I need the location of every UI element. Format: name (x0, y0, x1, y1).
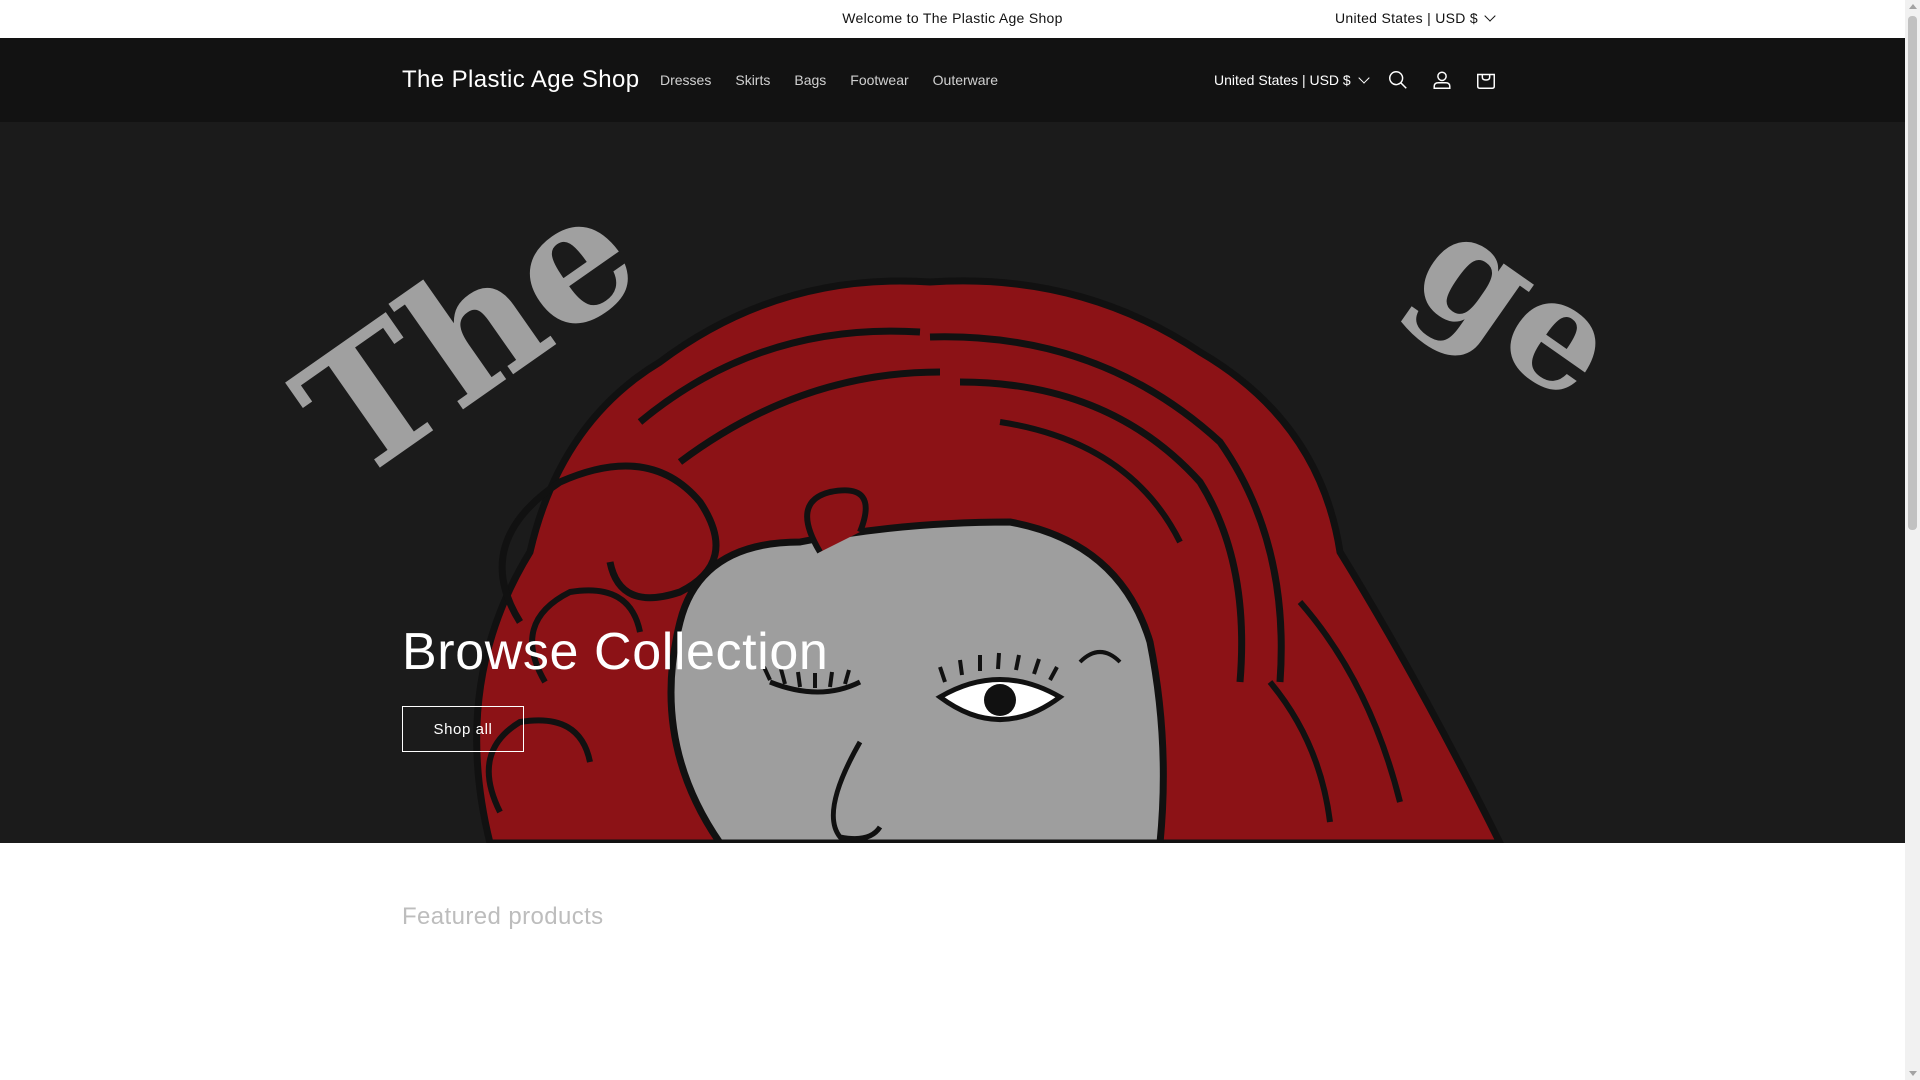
cart-icon (1477, 73, 1495, 89)
announcement-locale-selector[interactable]: United States | USD $ (1335, 10, 1496, 26)
header-locale-selector[interactable]: United States | USD $ (1214, 72, 1370, 88)
account-icon (1433, 71, 1451, 89)
page-scrollbar[interactable] (1905, 0, 1920, 1080)
scroll-thumb[interactable] (1908, 16, 1917, 530)
shop-all-button[interactable]: Shop all (402, 706, 524, 752)
header-icons (1380, 62, 1504, 98)
featured-section: Featured products (0, 843, 1905, 1080)
nav-item-footwear[interactable]: Footwear (838, 72, 920, 88)
nav-item-dresses[interactable]: Dresses (648, 72, 723, 88)
chevron-down-icon (1484, 10, 1496, 22)
announcement-bar: Welcome to The Plastic Age Shop United S… (0, 0, 1905, 38)
nav-item-bags[interactable]: Bags (782, 72, 838, 88)
site-logo[interactable]: The Plastic Age Shop (402, 66, 639, 94)
featured-title: Featured products (402, 903, 604, 930)
nav-item-outerware[interactable]: Outerware (921, 72, 1010, 88)
chevron-down-icon (1358, 72, 1370, 84)
header-locale-label: United States | USD $ (1214, 72, 1351, 88)
search-icon (1389, 71, 1407, 89)
page: Welcome to The Plastic Age Shop United S… (0, 0, 1905, 1080)
announcement-locale-label: United States | USD $ (1335, 10, 1478, 26)
hero-banner: The ge Browse Collection Shop all (0, 122, 1905, 843)
nav-item-skirts[interactable]: Skirts (723, 72, 782, 88)
hero-overlay (0, 122, 1905, 843)
cart-button[interactable] (1468, 62, 1504, 98)
main-nav: Dresses Skirts Bags Footwear Outerware (648, 72, 1010, 88)
account-button[interactable] (1424, 62, 1460, 98)
site-header: The Plastic Age Shop Dresses Skirts Bags… (0, 38, 1905, 122)
announcement-message: Welcome to The Plastic Age Shop (842, 10, 1063, 26)
search-button[interactable] (1380, 62, 1416, 98)
hero-title: Browse Collection (402, 623, 829, 681)
scroll-up-arrow[interactable] (1909, 4, 1917, 9)
scroll-down-arrow[interactable] (1909, 1071, 1917, 1076)
